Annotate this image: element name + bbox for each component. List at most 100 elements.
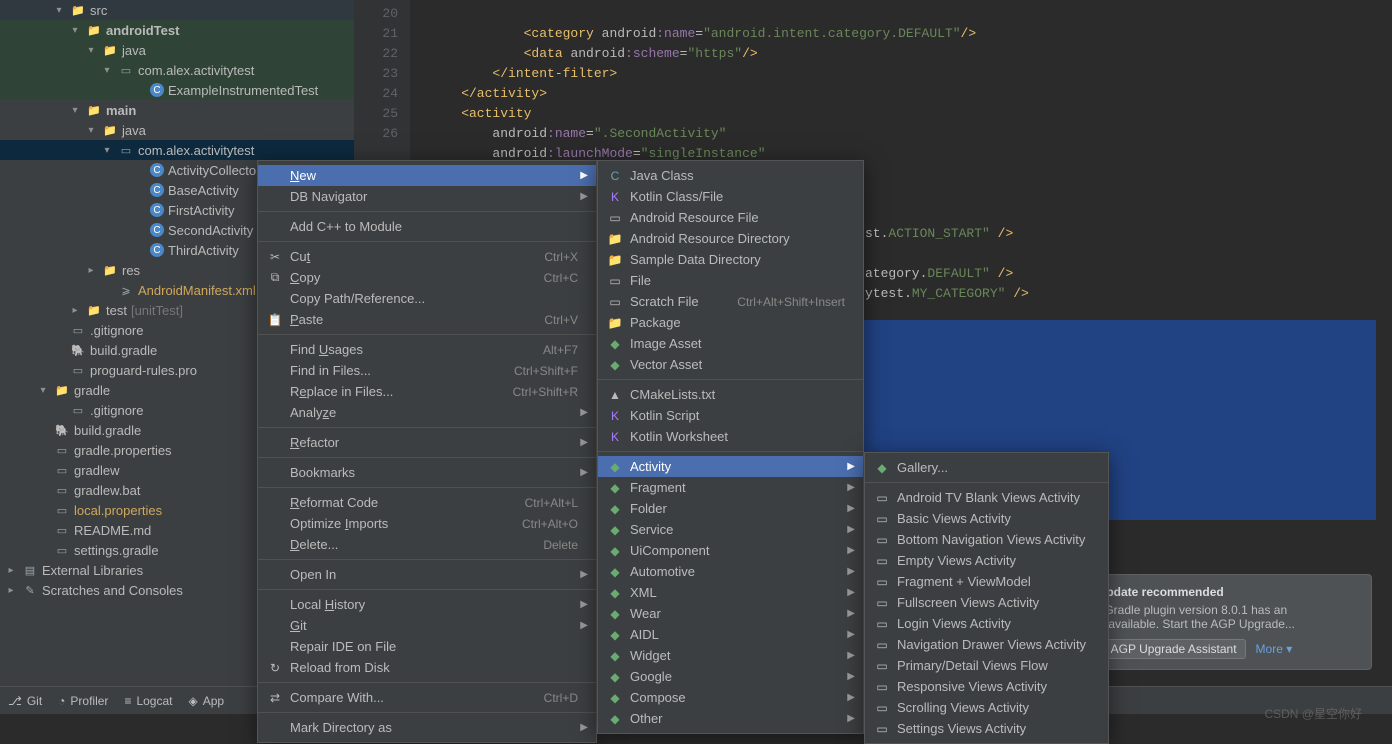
menu-item[interactable]: ▭Empty Views Activity [865,550,1108,571]
tree-row[interactable]: ▾📁java [0,120,354,140]
tree-expand-arrow[interactable]: ▾ [52,5,66,16]
bottom-logcat[interactable]: ≡Logcat [124,694,172,708]
tree-expand-arrow[interactable]: ▾ [68,105,82,116]
menu-item[interactable]: ◆Gallery... [865,457,1108,478]
folder-icon: 📁 [86,102,102,118]
notification-action-button[interactable]: art AGP Upgrade Assistant [1085,639,1246,659]
tree-expand-arrow[interactable]: ▸ [84,265,98,276]
menu-item[interactable]: ⧉CopyCtrl+C [258,267,596,288]
menu-item[interactable]: Local History▶ [258,594,596,615]
menu-item[interactable]: ▭Android Resource File [598,207,863,228]
menu-item[interactable]: 📁Sample Data Directory [598,249,863,270]
menu-item[interactable]: Open In▶ [258,564,596,585]
tree-row[interactable]: ▾📁java [0,40,354,60]
class-icon: C [150,203,164,217]
tree-expand-arrow[interactable]: ▸ [4,585,18,596]
menu-item[interactable]: Refactor▶ [258,432,596,453]
tree-row[interactable]: ▾📁androidTest [0,20,354,40]
menu-item[interactable]: New▶ [258,165,596,186]
bottom-git[interactable]: ⎇Git [8,694,42,708]
menu-item[interactable]: ◆Widget▶ [598,645,863,666]
tree-expand-arrow[interactable]: ▾ [84,45,98,56]
context-menu-new[interactable]: CJava ClassKKotlin Class/File▭Android Re… [597,160,864,734]
submenu-arrow-icon: ▶ [847,461,855,472]
tree-row[interactable]: ▾▭com.alex.activitytest [0,60,354,80]
menu-item[interactable]: Bookmarks▶ [258,462,596,483]
context-menu-activity[interactable]: ◆Gallery... ▭Android TV Blank Views Activ… [864,452,1109,744]
menu-item[interactable]: ◆XML▶ [598,582,863,603]
menu-item[interactable]: ◆Vector Asset [598,354,863,375]
submenu-arrow-icon: ▶ [580,407,588,418]
menu-item[interactable]: DB Navigator▶ [258,186,596,207]
menu-item[interactable]: ▭Fullscreen Views Activity [865,592,1108,613]
menu-item[interactable]: ◆Folder▶ [598,498,863,519]
tree-row[interactable]: ▾📁src [0,0,354,20]
menu-item[interactable]: ↻Reload from Disk [258,657,596,678]
menu-item[interactable]: Copy Path/Reference... [258,288,596,309]
menu-item[interactable]: Find UsagesAlt+F7 [258,339,596,360]
menu-item[interactable]: ⇄Compare With...Ctrl+D [258,687,596,708]
menu-item[interactable]: 📋PasteCtrl+V [258,309,596,330]
menu-item[interactable]: Find in Files...Ctrl+Shift+F [258,360,596,381]
menu-item[interactable]: ▭Bottom Navigation Views Activity [865,529,1108,550]
menu-item[interactable]: Reformat CodeCtrl+Alt+L [258,492,596,513]
context-menu-main[interactable]: New▶DB Navigator▶ Add C++ to Module ✂CutCt… [257,160,597,743]
menu-item[interactable]: KKotlin Class/File [598,186,863,207]
menu-item[interactable]: Delete...Delete [258,534,596,555]
menu-item[interactable]: ◆Image Asset [598,333,863,354]
menu-item[interactable]: 📁Android Resource Directory [598,228,863,249]
menu-item[interactable]: KKotlin Script [598,405,863,426]
menu-item-label: Bottom Navigation Views Activity [897,532,1090,547]
menu-item[interactable]: Add C++ to Module [258,216,596,237]
menu-item[interactable]: ◆Activity▶ [598,456,863,477]
menu-item[interactable]: ◆UiComponent▶ [598,540,863,561]
menu-item[interactable]: ◆Wear▶ [598,603,863,624]
menu-item[interactable]: ▭Basic Views Activity [865,508,1108,529]
menu-item[interactable]: ▭Fragment + ViewModel [865,571,1108,592]
menu-item[interactable]: ▭Navigation Drawer Views Activity [865,634,1108,655]
tree-expand-arrow[interactable]: ▸ [68,305,82,316]
tree-expand-arrow[interactable]: ▸ [4,565,18,576]
menu-item[interactable]: CJava Class [598,165,863,186]
menu-item[interactable]: ◆AIDL▶ [598,624,863,645]
menu-item[interactable]: Repair IDE on File [258,636,596,657]
bottom-app[interactable]: ◈App [188,694,224,708]
menu-item[interactable]: ◆Google▶ [598,666,863,687]
menu-item[interactable]: Optimize ImportsCtrl+Alt+O [258,513,596,534]
menu-item[interactable]: ▲CMakeLists.txt [598,384,863,405]
tree-expand-arrow[interactable]: ▾ [36,385,50,396]
menu-item[interactable]: ▭File [598,270,863,291]
menu-item[interactable]: Mark Directory as▶ [258,717,596,738]
tree-expand-arrow[interactable]: ▾ [84,125,98,136]
menu-item-icon: ◆ [606,358,624,372]
menu-item[interactable]: ▭Android TV Blank Views Activity [865,487,1108,508]
menu-item[interactable]: Git▶ [258,615,596,636]
notification-more-link[interactable]: More ▾ [1256,642,1293,656]
menu-item[interactable]: ◆Automotive▶ [598,561,863,582]
tree-expand-arrow[interactable]: ▾ [100,145,114,156]
bottom-profiler[interactable]: ◔Profiler [58,694,108,708]
menu-item[interactable]: ▭Settings Views Activity [865,718,1108,739]
menu-item[interactable]: ▭Scrolling Views Activity [865,697,1108,718]
editor-code[interactable]: <category android:name="android.intent.c… [430,4,1376,184]
menu-item[interactable]: ▭Responsive Views Activity [865,676,1108,697]
tree-label: build.gradle [74,423,141,438]
tree-row[interactable]: CExampleInstrumentedTest [0,80,354,100]
menu-item[interactable]: ✂CutCtrl+X [258,246,596,267]
menu-item[interactable]: ◆Service▶ [598,519,863,540]
menu-item[interactable]: KKotlin Worksheet [598,426,863,447]
tree-expand-arrow[interactable]: ▾ [68,25,82,36]
menu-item[interactable]: ▭Scratch FileCtrl+Alt+Shift+Insert [598,291,863,312]
menu-item[interactable]: Replace in Files...Ctrl+Shift+R [258,381,596,402]
menu-item[interactable]: ◆Compose▶ [598,687,863,708]
menu-item[interactable]: 📁Package [598,312,863,333]
menu-item[interactable]: ▭Login Views Activity [865,613,1108,634]
menu-item[interactable]: ▭Primary/Detail Views Flow [865,655,1108,676]
tree-row[interactable]: ▾▭com.alex.activitytest [0,140,354,160]
tree-row[interactable]: ▾📁main [0,100,354,120]
menu-item[interactable]: ◆Fragment▶ [598,477,863,498]
menu-item[interactable]: Analyze▶ [258,402,596,423]
tree-expand-arrow[interactable]: ▾ [100,65,114,76]
notification-panel[interactable]: ct update recommended oid Gradle plugin … [1072,574,1372,670]
menu-item[interactable]: ◆Other▶ [598,708,863,729]
